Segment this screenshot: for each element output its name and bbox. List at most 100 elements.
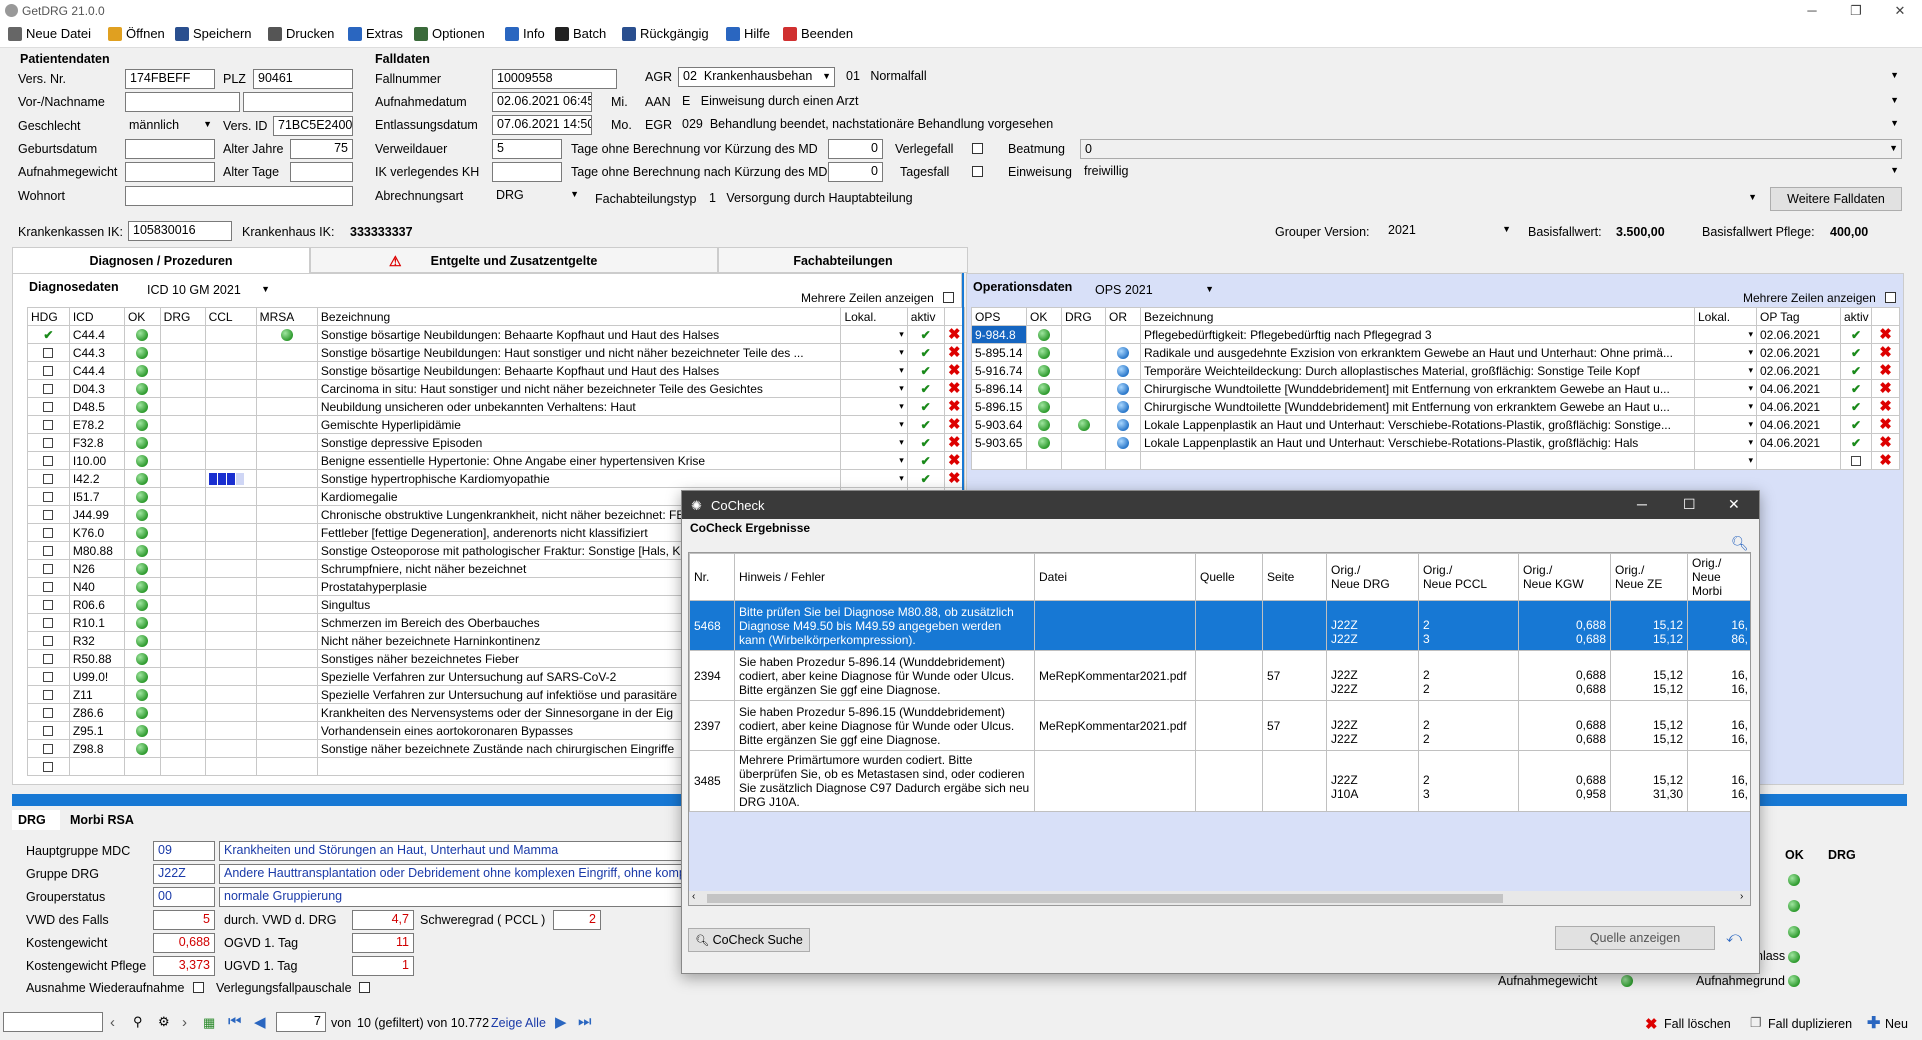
menu-item-7[interactable]: Batch [555, 26, 606, 41]
restore-icon[interactable]: ❐ [1834, 0, 1878, 22]
icd-cell[interactable]: I51.7 [68, 487, 125, 506]
op-date-cell[interactable]: 02.06.2021 [1756, 325, 1841, 344]
menu-item-4[interactable]: Extras [348, 26, 403, 41]
tab-drg[interactable]: DRG [12, 810, 60, 830]
close-icon[interactable]: ✕ [1878, 0, 1922, 22]
diag-header-aktiv[interactable]: aktiv [906, 307, 945, 326]
diag-header-ok[interactable]: OK [123, 307, 161, 326]
cocheck-header[interactable]: Datei [1034, 553, 1196, 601]
last-record-icon[interactable]: ⏭ [578, 1013, 592, 1030]
fallnummer-field[interactable]: 10009558 [492, 69, 617, 89]
delete-cell[interactable]: ✖ [1871, 433, 1900, 452]
icd-cell[interactable]: I10.00 [68, 451, 125, 470]
tab-morbi-rsa[interactable]: Morbi RSA [64, 810, 154, 830]
duplicate-icon[interactable]: ❐ [1750, 1015, 1762, 1031]
delete-cell[interactable]: ✖ [1871, 343, 1900, 362]
active-cell[interactable]: ✔ [906, 343, 945, 362]
vwd-field[interactable]: 5 [153, 910, 215, 930]
chevron-down-icon[interactable]: ▾ [1748, 347, 1753, 358]
active-cell[interactable]: ✔ [1840, 415, 1872, 434]
chevron-down-icon[interactable]: ▾ [899, 455, 904, 466]
horizontal-scrollbar[interactable]: ‹ › [689, 891, 1750, 905]
cocheck-header[interactable]: Orig./ Neue DRG [1326, 553, 1419, 601]
diag-row[interactable]: F32.8 Sonstige depressive Episoden ▾ ✔ ✖ [27, 433, 966, 452]
active-cell[interactable]: ✔ [1840, 433, 1872, 452]
active-cell[interactable] [1840, 451, 1872, 470]
kg-field[interactable]: 0,688 [153, 933, 215, 953]
menu-item-10[interactable]: Beenden [783, 26, 853, 41]
hdg-cell[interactable] [27, 505, 70, 524]
description-cell[interactable]: Lokale Lappenplastik an Haut und Unterha… [1140, 415, 1695, 434]
aufnahme-field[interactable]: 02.06.2021 06:45 [492, 92, 592, 112]
chevron-down-icon[interactable]: ▾ [899, 401, 904, 412]
ops-code-cell[interactable]: 9-984.8 [971, 325, 1027, 344]
localisation-cell[interactable]: ▾ [840, 343, 908, 362]
description-cell[interactable]: Sonstige depressive Episoden [316, 433, 842, 452]
localisation-cell[interactable]: ▾ [840, 361, 908, 380]
agr2-select[interactable]: 01 Normalfall ▼ [842, 67, 1902, 87]
cocheck-title-bar[interactable]: ✺ CoCheck ─ ☐ ✕ [682, 491, 1759, 519]
hdg-cell[interactable] [27, 469, 70, 488]
hdg-cell[interactable] [27, 631, 70, 650]
icd-cell[interactable]: R10.1 [68, 613, 125, 632]
diag-row[interactable]: D04.3 Carcinoma in situ: Haut sonstiger u… [27, 379, 966, 398]
description-cell[interactable]: Benigne essentielle Hypertonie: Ohne Ang… [316, 451, 842, 470]
hdg-cell[interactable] [27, 541, 70, 560]
plz-field[interactable]: 90461 [253, 69, 353, 89]
hdg-cell[interactable] [27, 613, 70, 632]
ops-row[interactable]: 5-916.74 Temporäre Weichteildeckung: Durc… [971, 361, 1900, 380]
op-date-cell[interactable]: 04.06.2021 [1756, 379, 1841, 398]
hdg-checkbox[interactable] [43, 690, 54, 701]
quick-search-field[interactable] [3, 1012, 103, 1032]
op-date-cell[interactable] [1756, 451, 1841, 470]
diag-header-mrsa[interactable]: MRSA [255, 307, 318, 326]
delete-icon[interactable]: ✖ [1879, 345, 1892, 361]
diag-row[interactable]: I10.00 Benigne essentielle Hypertonie: Oh… [27, 451, 966, 470]
ops-code-cell[interactable]: 5-903.65 [971, 433, 1027, 452]
description-cell[interactable]: Gemischte Hyperlipidämie [316, 415, 842, 434]
description-cell[interactable]: Sonstige bösartige Neubildungen: Haut so… [316, 343, 842, 362]
delete-cell[interactable]: ✖ [1871, 361, 1900, 380]
cocheck-header[interactable]: Orig./ Neue KGW [1518, 553, 1611, 601]
localisation-cell[interactable]: ▾ [840, 325, 908, 344]
delete-cell[interactable]: ✖ [1871, 415, 1900, 434]
cocheck-header[interactable]: Seite [1262, 553, 1327, 601]
icd-cell[interactable]: Z11 [68, 685, 125, 704]
hdg-checkbox[interactable] [43, 726, 54, 737]
hdg-cell[interactable] [27, 577, 70, 596]
localisation-cell[interactable]: ▾ [1694, 361, 1757, 380]
menu-item-5[interactable]: Optionen [414, 26, 485, 41]
hdg-checkbox[interactable] [43, 636, 54, 647]
icd-cell[interactable]: J44.99 [68, 505, 125, 524]
hdg-checkbox[interactable] [43, 420, 54, 431]
localisation-cell[interactable]: ▾ [1694, 451, 1757, 470]
cocheck-row[interactable]: 2397 Sie haben Prozedur 5-896.15 (Wunddeb… [689, 700, 1750, 751]
cocheck-file[interactable] [1034, 600, 1196, 651]
kgp-field[interactable]: 3,373 [153, 956, 215, 976]
egr-select[interactable]: 029 Behandlung beendet, nachstationäre B… [678, 115, 1902, 135]
delete-case-button[interactable]: Fall löschen [1664, 1017, 1731, 1031]
birthdate-field[interactable] [125, 139, 215, 159]
hdg-cell[interactable] [27, 595, 70, 614]
diag-row[interactable]: I42.2 Sonstige hypertrophische Kardiomyop… [27, 469, 966, 488]
first-name-field[interactable] [125, 92, 240, 112]
tage-vor-field[interactable]: 0 [828, 139, 883, 159]
hdg-cell[interactable] [27, 415, 70, 434]
description-cell[interactable] [1140, 451, 1695, 470]
op-date-cell[interactable]: 04.06.2021 [1756, 397, 1841, 416]
hdg-checkbox[interactable] [43, 582, 54, 593]
hdg-cell[interactable] [27, 721, 70, 740]
chevron-down-icon[interactable]: ▾ [899, 383, 904, 394]
minimize-icon[interactable]: ─ [1790, 0, 1834, 22]
ops-header-aktiv[interactable]: aktiv [1840, 307, 1872, 326]
ops-header-op-tag[interactable]: OP Tag [1756, 307, 1841, 326]
chevron-down-icon[interactable]: ▾ [899, 419, 904, 430]
hdg-cell[interactable] [27, 739, 70, 758]
icd-cell[interactable]: E78.2 [68, 415, 125, 434]
hdg-checkbox[interactable] [43, 546, 54, 557]
ops-code-cell[interactable]: 5-896.14 [971, 379, 1027, 398]
close-icon[interactable]: ✕ [1728, 496, 1740, 513]
filter-icon[interactable]: ⚙ [158, 1014, 170, 1030]
hdg-checkbox[interactable] [43, 366, 54, 377]
minimize-icon[interactable]: ─ [1637, 496, 1647, 512]
